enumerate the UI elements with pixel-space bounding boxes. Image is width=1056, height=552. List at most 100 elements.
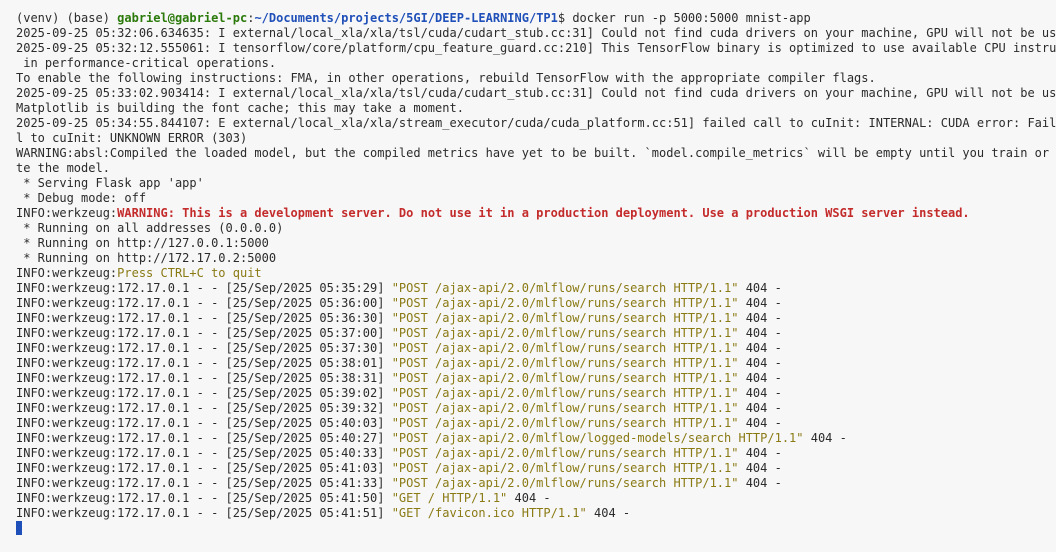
log-segment: "POST /ajax-api/2.0/mlflow/runs/search H…	[391, 461, 739, 475]
log-segment: 404 -	[738, 311, 782, 325]
log-segment: 404 -	[738, 356, 782, 370]
log-line: * Debug mode: off	[16, 191, 1056, 206]
log-line: * Running on http://172.17.0.2:5000	[16, 251, 1056, 266]
log-segment: To enable the following instructions: FM…	[16, 71, 876, 85]
log-line: INFO:werkzeug:172.17.0.1 - - [25/Sep/202…	[16, 491, 1056, 506]
log-line: To enable the following instructions: FM…	[16, 71, 1056, 86]
log-segment: INFO:werkzeug:172.17.0.1 - - [25/Sep/202…	[16, 446, 392, 460]
log-segment: INFO:werkzeug:172.17.0.1 - - [25/Sep/202…	[16, 506, 392, 520]
log-segment: * Debug mode: off	[16, 191, 147, 205]
log-segment: "POST /ajax-api/2.0/mlflow/runs/search H…	[391, 416, 739, 430]
log-segment: INFO:werkzeug:172.17.0.1 - - [25/Sep/202…	[16, 326, 392, 340]
log-segment: INFO:werkzeug:172.17.0.1 - - [25/Sep/202…	[16, 356, 392, 370]
log-segment: 404 -	[738, 281, 782, 295]
log-segment: 2025-09-25 05:32:12.555061: I tensorflow…	[16, 41, 1056, 55]
log-segment: "POST /ajax-api/2.0/mlflow/runs/search H…	[391, 356, 739, 370]
log-segment: 404 -	[738, 386, 782, 400]
log-line: * Running on all addresses (0.0.0.0)	[16, 221, 1056, 236]
log-segment: "POST /ajax-api/2.0/mlflow/runs/search H…	[391, 326, 739, 340]
log-segment: 2025-09-25 05:33:02.903414: I external/l…	[16, 86, 1056, 100]
log-segment: 404 -	[738, 416, 782, 430]
log-line: INFO:werkzeug:172.17.0.1 - - [25/Sep/202…	[16, 281, 1056, 296]
log-segment: * Running on http://172.17.0.2:5000	[16, 251, 277, 265]
log-line: 2025-09-25 05:32:06.634635: I external/l…	[16, 26, 1056, 41]
log-segment: INFO:werkzeug:172.17.0.1 - - [25/Sep/202…	[16, 491, 392, 505]
log-segment: 404 -	[586, 506, 631, 520]
log-segment: INFO:werkzeug:172.17.0.1 - - [25/Sep/202…	[16, 296, 392, 310]
log-segment: 404 -	[738, 326, 782, 340]
log-segment: 404 -	[803, 431, 847, 445]
log-segment: INFO:werkzeug:172.17.0.1 - - [25/Sep/202…	[16, 401, 392, 415]
log-segment: 404 -	[738, 476, 782, 490]
log-segment: INFO:werkzeug:172.17.0.1 - - [25/Sep/202…	[16, 371, 392, 385]
log-line: INFO:werkzeug:172.17.0.1 - - [25/Sep/202…	[16, 326, 1056, 341]
log-line: INFO:werkzeug:172.17.0.1 - - [25/Sep/202…	[16, 461, 1056, 476]
log-segment: Matplotlib is building the font cache; t…	[16, 101, 464, 115]
log-line: * Running on http://127.0.0.1:5000	[16, 236, 1056, 251]
log-segment: 2025-09-25 05:32:06.634635: I external/l…	[16, 26, 1056, 40]
log-line: 2025-09-25 05:34:55.844107: E external/l…	[16, 116, 1056, 131]
log-segment: 404 -	[738, 371, 782, 385]
log-line: INFO:werkzeug:172.17.0.1 - - [25/Sep/202…	[16, 416, 1056, 431]
log-segment: 404 -	[738, 341, 782, 355]
log-line: 2025-09-25 05:32:12.555061: I tensorflow…	[16, 41, 1056, 56]
log-line: INFO:werkzeug:172.17.0.1 - - [25/Sep/202…	[16, 401, 1056, 416]
log-segment: * Running on all addresses (0.0.0.0)	[16, 221, 284, 235]
log-segment: te the model.	[16, 161, 110, 175]
log-segment: in performance-critical operations.	[16, 56, 277, 70]
log-segment: 404 -	[738, 296, 782, 310]
log-segment: INFO:werkzeug:172.17.0.1 - - [25/Sep/202…	[16, 431, 392, 445]
log-segment: INFO:werkzeug:172.17.0.1 - - [25/Sep/202…	[16, 311, 392, 325]
log-segment: (venv) (base)	[16, 11, 118, 25]
log-segment: INFO:werkzeug:	[16, 266, 118, 280]
prompt-line: (venv) (base) gabriel@gabriel-pc:~/Docum…	[16, 11, 1056, 26]
log-segment: 404 -	[738, 401, 782, 415]
log-line: INFO:werkzeug:172.17.0.1 - - [25/Sep/202…	[16, 296, 1056, 311]
log-segment: INFO:werkzeug:172.17.0.1 - - [25/Sep/202…	[16, 341, 392, 355]
log-segment: * Serving Flask app 'app'	[16, 176, 204, 190]
log-line: INFO:werkzeug:172.17.0.1 - - [25/Sep/202…	[16, 371, 1056, 386]
log-segment: "GET / HTTP/1.1"	[391, 491, 508, 505]
log-line: te the model.	[16, 161, 1056, 176]
log-segment: "POST /ajax-api/2.0/mlflow/runs/search H…	[391, 311, 739, 325]
log-line: INFO:werkzeug:172.17.0.1 - - [25/Sep/202…	[16, 386, 1056, 401]
input-line[interactable]	[16, 521, 1056, 536]
log-segment: "GET /favicon.ico HTTP/1.1"	[391, 506, 587, 520]
log-segment: "POST /ajax-api/2.0/mlflow/runs/search H…	[391, 371, 739, 385]
log-segment: "POST /ajax-api/2.0/mlflow/logged-models…	[391, 431, 804, 445]
log-segment: WARNING: This is a development server. D…	[117, 206, 970, 220]
log-segment: 404 -	[507, 491, 551, 505]
log-segment: "POST /ajax-api/2.0/mlflow/runs/search H…	[391, 446, 739, 460]
log-segment: "POST /ajax-api/2.0/mlflow/runs/search H…	[391, 281, 739, 295]
log-segment: l to cuInit: UNKNOWN ERROR (303)	[16, 131, 248, 145]
log-line: Matplotlib is building the font cache; t…	[16, 101, 1056, 116]
log-line: in performance-critical operations.	[16, 56, 1056, 71]
log-segment: INFO:werkzeug:172.17.0.1 - - [25/Sep/202…	[16, 416, 392, 430]
log-segment: 404 -	[738, 461, 782, 475]
log-line: * Serving Flask app 'app'	[16, 176, 1056, 191]
log-line: INFO:werkzeug:172.17.0.1 - - [25/Sep/202…	[16, 356, 1056, 371]
log-line: INFO:werkzeug:172.17.0.1 - - [25/Sep/202…	[16, 446, 1056, 461]
log-segment: INFO:werkzeug:172.17.0.1 - - [25/Sep/202…	[16, 281, 392, 295]
log-segment: 2025-09-25 05:34:55.844107: E external/l…	[16, 116, 1056, 130]
log-segment: Press CTRL+C to quit	[117, 266, 262, 280]
log-line: INFO:werkzeug:Press CTRL+C to quit	[16, 266, 1056, 281]
log-segment: WARNING:absl:Compiled the loaded model, …	[16, 146, 1056, 160]
log-segment: "POST /ajax-api/2.0/mlflow/runs/search H…	[391, 296, 739, 310]
log-line: INFO:werkzeug:172.17.0.1 - - [25/Sep/202…	[16, 506, 1056, 521]
log-line: INFO:werkzeug:172.17.0.1 - - [25/Sep/202…	[16, 431, 1056, 446]
log-segment: "POST /ajax-api/2.0/mlflow/runs/search H…	[391, 341, 739, 355]
log-segment: ~/Documents/projects/5GI/DEEP-LEARNING/T…	[254, 11, 558, 25]
block-cursor-icon	[16, 521, 22, 535]
log-segment: $ docker run -p 5000:5000 mnist-app	[557, 11, 811, 25]
log-segment: INFO:werkzeug:172.17.0.1 - - [25/Sep/202…	[16, 476, 392, 490]
log-segment: "POST /ajax-api/2.0/mlflow/runs/search H…	[391, 476, 739, 490]
log-segment: INFO:werkzeug:172.17.0.1 - - [25/Sep/202…	[16, 386, 392, 400]
log-segment: * Running on http://127.0.0.1:5000	[16, 236, 269, 250]
log-line: WARNING:absl:Compiled the loaded model, …	[16, 146, 1056, 161]
log-line: l to cuInit: UNKNOWN ERROR (303)	[16, 131, 1056, 146]
log-segment: 404 -	[738, 446, 782, 460]
terminal-output[interactable]: (venv) (base) gabriel@gabriel-pc:~/Docum…	[0, 0, 1056, 552]
log-segment: gabriel@gabriel-pc	[117, 11, 248, 25]
log-line: INFO:werkzeug:172.17.0.1 - - [25/Sep/202…	[16, 341, 1056, 356]
